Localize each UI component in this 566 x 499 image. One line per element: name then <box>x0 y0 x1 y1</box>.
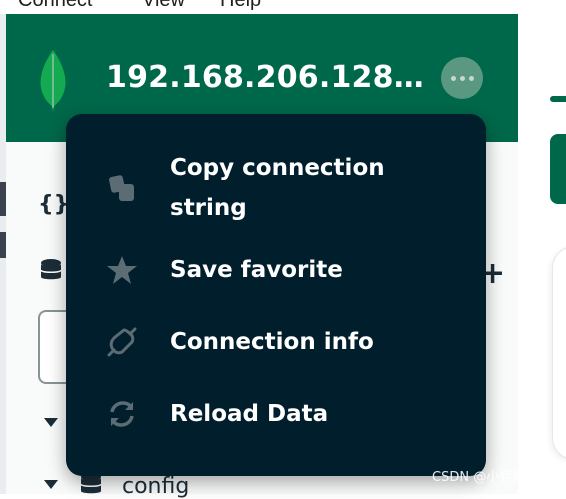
menu-item-reload-data[interactable]: Reload Data <box>66 394 486 434</box>
chevron-down-icon[interactable] <box>44 480 58 489</box>
ellipsis-icon <box>450 75 456 81</box>
copy-icon <box>109 175 134 201</box>
menu-help[interactable]: Help <box>220 0 261 12</box>
database-icon <box>40 259 62 280</box>
menu-item-save-favorite[interactable]: Save favorite <box>66 250 486 290</box>
connection-icon <box>107 327 137 357</box>
watermark: CSDN @小胖鲸~ <box>432 470 537 485</box>
chevron-down-icon[interactable] <box>44 418 58 427</box>
connection-title[interactable]: 192.168.206.128:2... <box>106 60 426 95</box>
star-icon <box>107 256 137 284</box>
refresh-icon <box>110 401 134 427</box>
menu-bar: Connect View Help <box>0 0 566 14</box>
menu-item-label: Connection info <box>170 329 374 355</box>
action-button[interactable] <box>550 134 566 204</box>
content-card <box>552 246 566 460</box>
braces-icon: {} <box>38 192 70 217</box>
menu-connect[interactable]: Connect <box>18 0 93 12</box>
connection-context-menu: Copy connection string Save favorite Con… <box>66 114 486 476</box>
menu-view[interactable]: View <box>142 0 185 12</box>
menu-item-copy-connection-string[interactable]: Copy connection string <box>66 148 486 228</box>
main-panel <box>518 14 566 494</box>
menu-item-label: Save favorite <box>170 257 343 283</box>
tree-item-config[interactable]: config <box>122 474 189 499</box>
more-options-button[interactable] <box>441 57 483 99</box>
tab-indicator <box>550 96 566 102</box>
menu-item-label: Copy connection string <box>170 155 385 221</box>
menu-item-connection-info[interactable]: Connection info <box>66 322 486 362</box>
menu-item-label: Reload Data <box>170 401 329 427</box>
mongodb-leaf-icon <box>40 50 66 112</box>
